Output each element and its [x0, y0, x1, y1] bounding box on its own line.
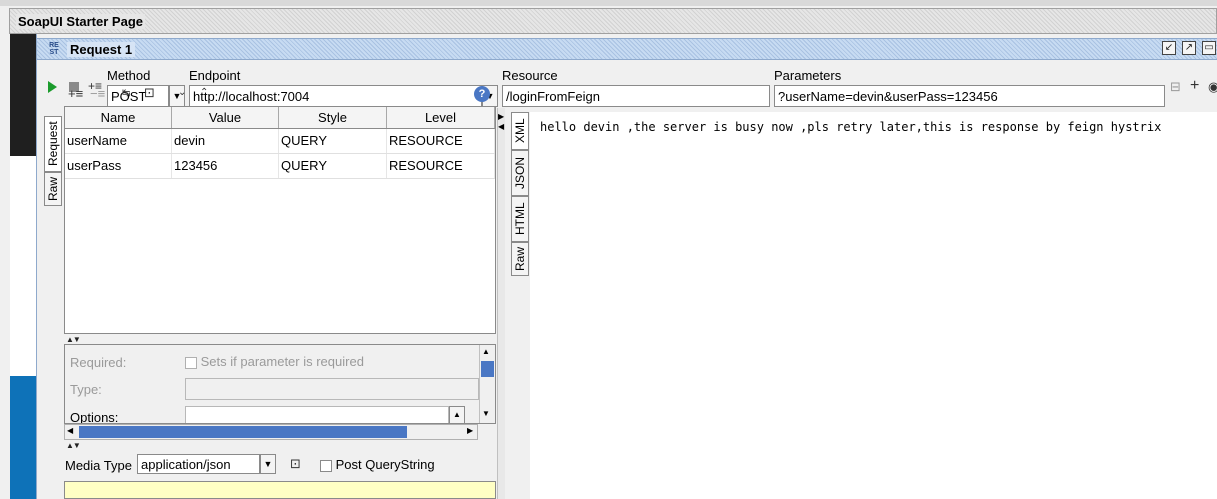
options-input[interactable]	[185, 406, 449, 423]
cell-level[interactable]: RESOURCE	[387, 154, 495, 178]
table-row[interactable]: userPass 123456 QUERY RESOURCE	[65, 154, 495, 179]
scroll-thumb[interactable]	[481, 361, 494, 377]
cell-name[interactable]: userName	[65, 129, 172, 153]
parameters-label: Parameters	[774, 68, 842, 83]
edit-params-icon[interactable]: ⊟	[1170, 80, 1181, 94]
column-header-style[interactable]: Style	[279, 107, 387, 128]
media-type-select[interactable]: application/json	[137, 454, 260, 474]
scroll-thumb[interactable]	[79, 426, 407, 438]
details-vertical-scrollbar[interactable]: ▲ ▼	[479, 345, 495, 423]
navigator-white-strip	[10, 156, 36, 376]
required-checkbox[interactable]: Sets if parameter is required	[185, 354, 364, 369]
restore-icon[interactable]: ▭	[1202, 41, 1216, 55]
tab-raw-request[interactable]: Raw	[44, 172, 62, 206]
checkbox-icon[interactable]	[185, 356, 197, 369]
left-gutter	[0, 34, 10, 499]
splitter-right-arrow-icon[interactable]: ▶	[498, 112, 504, 121]
resource-label: Resource	[502, 68, 558, 83]
scroll-down-icon[interactable]: ▼	[482, 409, 490, 418]
param-toolbar: +≡ −≡ ↹ ⊡ ⌄ ⌃ ?	[64, 84, 496, 106]
starter-page-title: SoapUI Starter Page	[16, 13, 145, 29]
column-header-name[interactable]: Name	[65, 107, 172, 128]
cell-value[interactable]: 123456	[172, 154, 279, 178]
parameters-input[interactable]: ?userName=devin&userPass=123456	[774, 85, 1165, 107]
type-input[interactable]	[185, 378, 479, 400]
required-text: Sets if parameter is required	[200, 354, 364, 369]
move-up-icon[interactable]: ⌃	[200, 86, 208, 100]
param-detail-icon[interactable]: ⊡	[144, 86, 155, 100]
scroll-right-icon[interactable]: ▶	[467, 426, 473, 435]
media-type-row: Media Type application/json ▼ ⊡ Post Que…	[64, 452, 496, 476]
add-param-icon[interactable]: +≡	[68, 87, 83, 101]
options-scroll-up-icon[interactable]: ▲	[449, 406, 465, 423]
post-querystring-label: Post QueryString	[335, 457, 435, 472]
param-details-panel: Required: Sets if parameter is required …	[64, 344, 496, 424]
params-table-header: Name Value Style Level	[65, 107, 495, 129]
options-label: Options:	[70, 410, 119, 424]
media-type-label: Media Type	[65, 458, 132, 473]
media-detail-icon[interactable]: ⊡	[290, 457, 301, 471]
cell-level[interactable]: RESOURCE	[387, 129, 495, 153]
minimize-icon[interactable]: ↙	[1162, 41, 1176, 55]
details-horizontal-scrollbar[interactable]: ◀ ▶	[64, 424, 478, 440]
maximize-icon[interactable]: ↗	[1182, 41, 1196, 55]
splitter-left-arrow-icon[interactable]: ◀	[498, 122, 504, 131]
response-viewer[interactable]: hello devin ,the server is busy now ,pls…	[530, 112, 1217, 499]
splitter-arrows-icon[interactable]: ▲▼	[66, 441, 81, 450]
request-title: Request 1	[67, 41, 136, 57]
tab-xml[interactable]: XML	[511, 112, 529, 150]
method-label: Method	[107, 68, 151, 83]
response-text: hello devin ,the server is busy now ,pls…	[540, 120, 1162, 134]
request-body-editor[interactable]	[64, 481, 496, 499]
table-row[interactable]: userName devin QUERY RESOURCE	[65, 129, 495, 154]
splitter-arrows-icon[interactable]: ▲▼	[66, 335, 81, 344]
cell-name[interactable]: userPass	[65, 154, 172, 178]
response-splitter[interactable]	[497, 108, 505, 499]
cell-style[interactable]: QUERY	[279, 129, 387, 153]
rest-icon: RE ST	[49, 42, 59, 56]
type-label: Type:	[70, 382, 102, 397]
tab-raw-response[interactable]: Raw	[511, 242, 529, 276]
navigator-blue-strip	[10, 376, 36, 499]
post-querystring-checkbox[interactable]: Post QueryString	[320, 457, 435, 472]
add-icon[interactable]: +	[1190, 78, 1199, 94]
scroll-left-icon[interactable]: ◀	[67, 426, 73, 435]
required-label: Required:	[70, 355, 127, 370]
resource-input[interactable]: /loginFromFeign	[502, 85, 770, 107]
top-strip	[0, 0, 1217, 6]
cell-value[interactable]: devin	[172, 129, 279, 153]
endpoint-label: Endpoint	[189, 68, 241, 83]
request-title-bar[interactable]: RE ST Request 1 ↙ ↗ ▭	[37, 38, 1217, 60]
params-table: Name Value Style Level userName devin QU…	[64, 106, 496, 334]
remove-param-icon[interactable]: −≡	[90, 87, 105, 101]
help-icon[interactable]: ?	[474, 86, 490, 102]
column-header-value[interactable]: Value	[172, 107, 279, 128]
move-down-icon[interactable]: ⌄	[178, 86, 186, 100]
run-request-icon[interactable]	[48, 81, 57, 93]
starter-page-tab[interactable]: SoapUI Starter Page	[9, 8, 1217, 34]
tab-html[interactable]: HTML	[511, 196, 529, 242]
navigator-dark-strip	[10, 34, 36, 156]
column-header-level[interactable]: Level	[387, 107, 495, 128]
scroll-up-icon[interactable]: ▲	[482, 347, 490, 356]
help-icon[interactable]: ◉	[1208, 80, 1217, 94]
cell-style[interactable]: QUERY	[279, 154, 387, 178]
checkbox-icon[interactable]	[320, 459, 332, 472]
media-dropdown-icon[interactable]: ▼	[260, 454, 276, 474]
tab-json[interactable]: JSON	[511, 150, 529, 196]
sort-params-icon[interactable]: ↹	[122, 87, 130, 101]
tab-request[interactable]: Request	[44, 116, 62, 172]
